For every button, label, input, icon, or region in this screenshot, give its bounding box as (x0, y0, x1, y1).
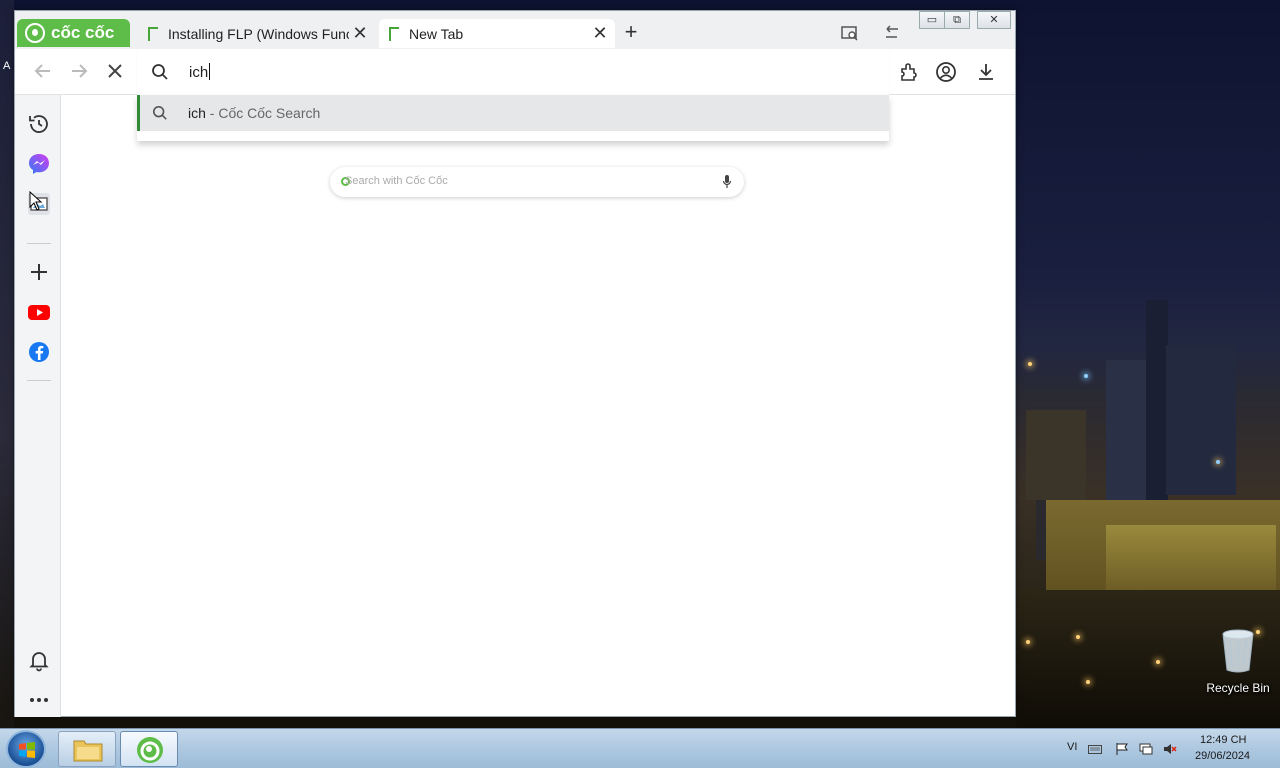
desktop-left-edge (0, 0, 14, 728)
add-icon[interactable] (27, 260, 51, 284)
volume-muted-icon[interactable] (1163, 743, 1177, 755)
bell-icon[interactable] (27, 648, 51, 672)
address-bar[interactable]: ich (137, 49, 889, 95)
search-icon (152, 64, 168, 80)
coccoc-logo-button[interactable]: cốc cốc (17, 19, 130, 47)
stop-loading-button[interactable] (103, 59, 127, 83)
coccoc-app-icon (137, 737, 163, 763)
recycle-bin-icon (1222, 629, 1254, 673)
tab-close-icon[interactable]: ✕ (589, 23, 611, 44)
suggestion-text: ich - Cốc Cốc Search (188, 105, 320, 121)
action-center-flag-icon[interactable] (1115, 743, 1129, 755)
tab-close-icon[interactable]: ✕ (349, 23, 371, 44)
network-icon[interactable] (1139, 743, 1153, 755)
messenger-icon[interactable] (27, 152, 51, 176)
extensions-icon[interactable] (898, 61, 920, 83)
close-window-button[interactable]: ✕ (977, 11, 1011, 29)
page-search-box[interactable]: Search with Cốc Cốc (330, 167, 744, 197)
tab-strip: cốc cốc Installing FLP (Windows Func ✕ N… (15, 11, 1015, 49)
tab-installing-flp[interactable]: Installing FLP (Windows Func ✕ (138, 19, 375, 48)
new-tab-page: Search with Cốc Cốc (62, 95, 1015, 716)
more-icon[interactable] (27, 688, 51, 712)
tab-switch-icon[interactable] (883, 25, 901, 41)
history-icon[interactable] (27, 112, 51, 136)
back-button[interactable] (31, 59, 55, 83)
recycle-bin[interactable]: Recycle Bin (1200, 628, 1276, 695)
taskbar-explorer[interactable] (58, 731, 116, 767)
sidebar-divider (27, 380, 51, 381)
tab-new-tab[interactable]: New Tab ✕ (379, 19, 615, 48)
suggestion-query: ich (188, 105, 206, 121)
suggestion-description: - Cốc Cốc Search (205, 105, 321, 121)
mouse-cursor-icon (29, 191, 43, 211)
download-icon[interactable] (975, 61, 997, 83)
folder-icon (73, 740, 103, 762)
restore-button[interactable]: ⧉ (944, 11, 970, 29)
tab-label: New Tab (409, 25, 464, 42)
page-search-placeholder: Search with Cốc Cốc (345, 175, 448, 187)
recycle-bin-label: Recycle Bin (1206, 681, 1270, 695)
omnibox-suggestions: ich - Cốc Cốc Search (137, 95, 889, 141)
coccoc-logo-icon (25, 23, 45, 43)
youtube-icon[interactable] (27, 300, 51, 324)
brand-label: cốc cốc (51, 23, 115, 42)
start-button[interactable] (6, 730, 46, 768)
windows-logo-icon (19, 742, 35, 758)
address-input[interactable]: ich (189, 63, 211, 81)
sidebar-divider (27, 243, 51, 244)
microphone-icon[interactable] (722, 174, 732, 190)
browser-window: cốc cốc Installing FLP (Windows Func ✕ N… (14, 10, 1016, 717)
taskbar: VI 12:49 CH 29/06/2024 (0, 728, 1280, 768)
desktop-icon-label: A (3, 60, 11, 72)
keyboard-icon[interactable] (1088, 743, 1102, 755)
tab-favicon-icon (389, 26, 399, 41)
facebook-icon[interactable] (27, 340, 51, 364)
minimize-button[interactable]: ▭ (919, 11, 945, 29)
tab-label: Installing FLP (Windows Func (168, 25, 349, 42)
tab-favicon-icon (148, 26, 158, 41)
profile-icon[interactable] (935, 61, 957, 83)
clock-time[interactable]: 12:49 CH (1200, 734, 1246, 746)
language-indicator[interactable]: VI (1067, 741, 1077, 753)
new-tab-button[interactable]: + (620, 21, 642, 45)
taskbar-coccoc[interactable] (120, 731, 178, 767)
clock-date[interactable]: 29/06/2024 (1195, 750, 1250, 762)
search-icon (152, 105, 167, 120)
tab-search-icon[interactable] (841, 25, 859, 41)
forward-button[interactable] (67, 59, 91, 83)
suggestion-item[interactable]: ich - Cốc Cốc Search (137, 95, 889, 131)
toolbar: ich (15, 49, 1015, 95)
sidebar (15, 95, 61, 717)
